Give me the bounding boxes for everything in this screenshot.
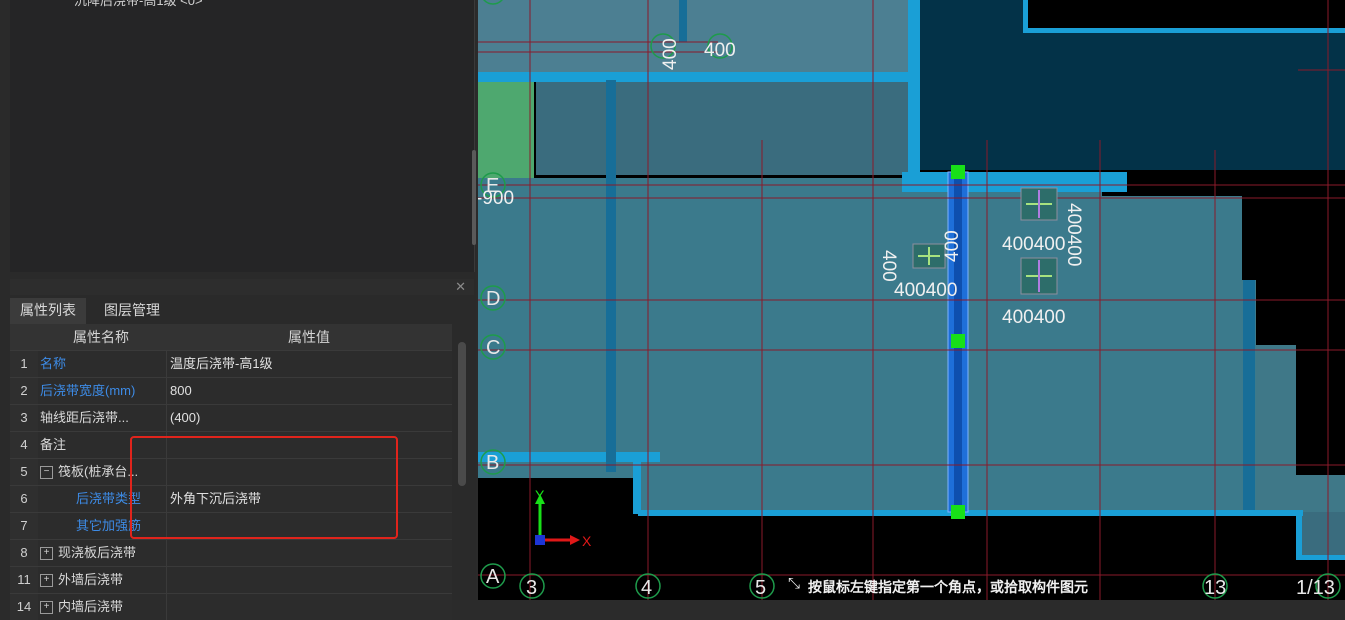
ucs-x-label: X: [582, 533, 592, 549]
wall: [1296, 512, 1302, 560]
dim-label: 400: [660, 38, 681, 70]
highlight-box: [130, 436, 398, 539]
left-panel: 沉降后浇带-高1级 <0> ✕ 属性列表 图层管理 属性名称 属性值 1 名称 温度…: [0, 0, 476, 620]
row-number: 1: [10, 351, 38, 377]
col-axis-label: 13: [1204, 577, 1226, 599]
tree-item[interactable]: 沉降后浇带-高1级 <0>: [74, 0, 203, 9]
wall: [478, 72, 918, 82]
property-row[interactable]: 2 后浇带宽度(mm) 800: [10, 377, 452, 404]
expand-icon[interactable]: +: [40, 574, 53, 588]
property-value[interactable]: 温度后浇带-高1级: [166, 351, 454, 377]
tree-scrollbar[interactable]: [472, 150, 476, 245]
panel-tabs: 属性列表 图层管理: [10, 296, 474, 324]
property-value[interactable]: [166, 567, 454, 593]
property-row[interactable]: 14 + 内墙后浇带: [10, 593, 452, 620]
wall: [1023, 28, 1345, 33]
wall: [902, 172, 1127, 192]
property-name-text: 备注: [40, 437, 67, 452]
dim-label: 400400: [894, 280, 957, 301]
property-name-text: 外墙后浇带: [58, 572, 124, 587]
dim-label: 400400: [1002, 307, 1065, 328]
wall: [908, 0, 920, 175]
property-value[interactable]: [166, 594, 454, 620]
cursor-icon: ⤡: [788, 575, 801, 592]
wall: [638, 510, 1303, 516]
wall: [1296, 555, 1345, 560]
property-name: 名称: [40, 351, 164, 377]
property-value[interactable]: [166, 540, 454, 566]
wall: [633, 462, 641, 514]
col-axis-label: 3: [526, 577, 537, 599]
panel-titlebar: ✕: [10, 279, 474, 295]
property-name-text: 轴线距后浇带...: [40, 410, 129, 425]
expand-icon[interactable]: +: [40, 547, 53, 561]
row-number: 8: [10, 540, 38, 566]
property-name-text: 筏板(桩承台...: [58, 464, 139, 479]
collapse-icon[interactable]: −: [40, 466, 53, 480]
component-tree: 沉降后浇带-高1级 <0>: [10, 0, 475, 272]
tab-property-list[interactable]: 属性列表: [10, 298, 86, 324]
dim-label: 400: [704, 40, 736, 61]
close-icon[interactable]: ✕: [455, 279, 466, 295]
tab-layer-management[interactable]: 图层管理: [94, 298, 170, 322]
drawing[interactable]: E D C B A 3 4 5 13 1/13 -900 400 400400 …: [478, 0, 1345, 600]
row-number: 14: [10, 594, 38, 620]
row-number: 6: [10, 486, 38, 512]
col-axis-label: 4: [641, 577, 652, 599]
wall: [1243, 280, 1255, 510]
property-row[interactable]: 3 轴线距后浇带... (400): [10, 404, 452, 431]
row-axis-label: B: [486, 452, 499, 474]
wall: [606, 80, 616, 472]
property-grid-header: 属性名称 属性值: [10, 324, 452, 350]
row-axis-label: D: [486, 288, 500, 310]
slab-region: [478, 0, 908, 80]
row-number: 4: [10, 432, 38, 458]
property-name-text: 名称: [40, 356, 67, 371]
dim-label: 400400: [1002, 234, 1065, 255]
row-number: 2: [10, 378, 38, 404]
green-region: [478, 82, 534, 178]
dim-label: 400400: [1063, 203, 1084, 266]
column-header-name[interactable]: 属性名称: [38, 324, 164, 350]
col-axis-label: 1/13: [1296, 577, 1335, 599]
property-name: + 内墙后浇带: [40, 594, 164, 620]
command-prompt: 按鼠标左键指定第一个角点，或拾取构件图元: [808, 579, 1088, 595]
property-row[interactable]: 11 + 外墙后浇带: [10, 566, 452, 593]
property-value[interactable]: 800: [166, 378, 454, 404]
col-axis-label: 5: [755, 577, 766, 599]
row-number: 5: [10, 459, 38, 485]
ucs-y-label: Y: [535, 487, 545, 503]
property-row[interactable]: 1 名称 温度后浇带-高1级: [10, 350, 452, 377]
column-header-value[interactable]: 属性值: [166, 324, 452, 350]
dim-label: 400: [942, 230, 963, 262]
slab-region: [1298, 512, 1345, 557]
property-name: 后浇带宽度(mm): [40, 378, 164, 404]
property-name-text: 后浇带宽度(mm): [40, 383, 136, 398]
wall: [1023, 0, 1028, 33]
property-name-text: 现浇板后浇带: [58, 545, 137, 560]
row-number: 3: [10, 405, 38, 431]
property-row[interactable]: 8 + 现浇板后浇带: [10, 539, 452, 566]
slab-region: [536, 80, 908, 175]
opening: [1023, 0, 1345, 30]
property-name: + 外墙后浇带: [40, 567, 164, 593]
dim-label: 400: [878, 250, 899, 282]
row-number: 11: [10, 567, 38, 593]
slab-region: [1256, 345, 1296, 515]
expand-icon[interactable]: +: [40, 601, 53, 615]
property-name: 轴线距后浇带...: [40, 405, 164, 431]
wall: [679, 0, 687, 42]
property-name-text: 内墙后浇带: [58, 599, 124, 614]
slab-region: [1296, 475, 1345, 515]
row-axis-label: C: [486, 337, 500, 359]
property-value[interactable]: (400): [166, 405, 454, 431]
property-scrollbar[interactable]: [458, 342, 466, 486]
dim-label: -900: [478, 188, 514, 209]
property-name: + 现浇板后浇带: [40, 540, 164, 566]
cad-canvas[interactable]: E D C B A 3 4 5 13 1/13 -900 400 400400 …: [478, 0, 1345, 600]
row-axis-label: A: [486, 566, 500, 588]
row-number: 7: [10, 513, 38, 539]
